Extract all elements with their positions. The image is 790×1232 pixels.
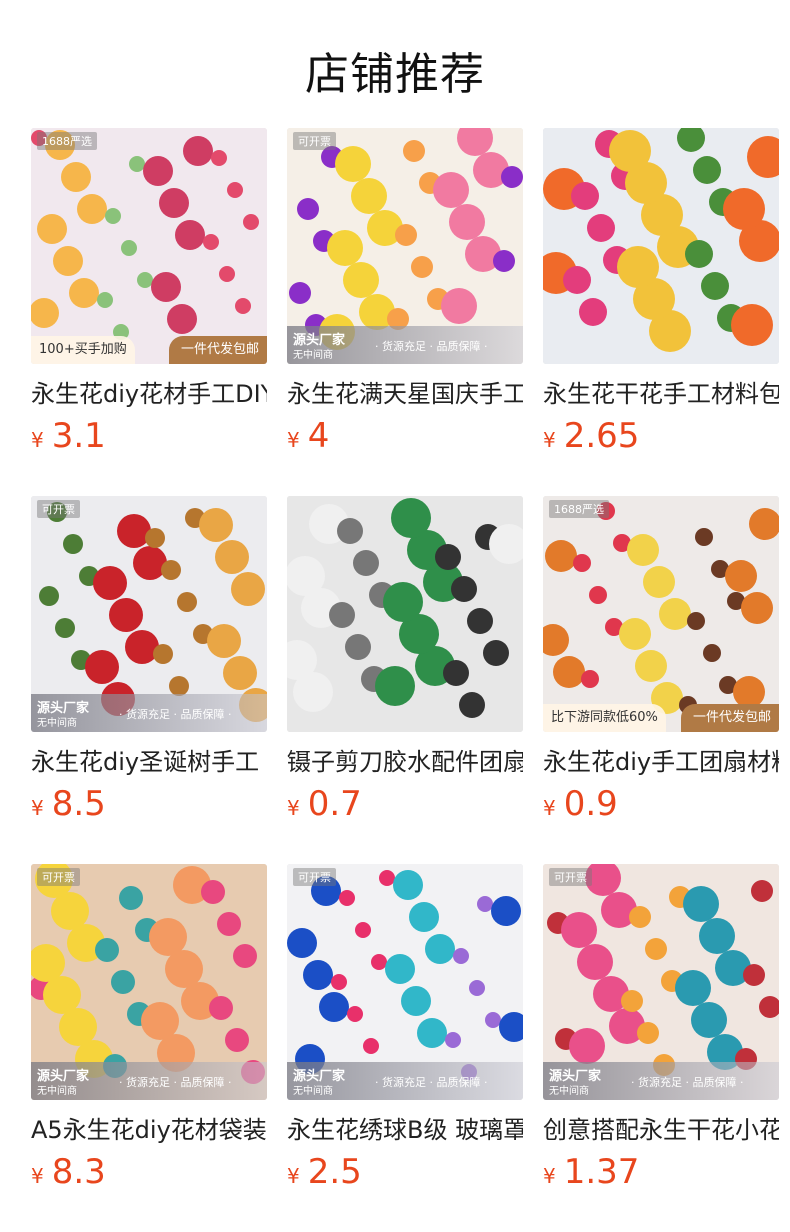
top-tag: 可开票: [37, 868, 80, 886]
source-strip: 源头厂家 无中间商 · 货源充足 · 品质保障 ·: [287, 326, 523, 364]
currency-symbol: ¥: [543, 428, 556, 452]
product-price: ¥0.7: [287, 784, 523, 824]
product-card[interactable]: 镊子剪刀胶水配件团扇 ¥0.7: [287, 496, 523, 824]
product-name[interactable]: 永生花满天星国庆手工: [287, 378, 523, 410]
product-image[interactable]: 1688严选比下游同款低60% 一件代发包邮: [543, 496, 779, 732]
product-price: ¥4: [287, 416, 523, 456]
product-card[interactable]: 1688严选 100+买手加购 一件代发包邮 永生花diy花材手工DIY ¥3.1: [31, 128, 267, 456]
product-card[interactable]: 可开票 源头厂家 无中间商 · 货源充足 · 品质保障 · 永生花绣球B级 玻璃…: [287, 864, 523, 1192]
currency-symbol: ¥: [31, 428, 44, 452]
product-image[interactable]: [287, 496, 523, 732]
source-strip: 源头厂家 无中间商 · 货源充足 · 品质保障 ·: [31, 1062, 267, 1100]
price-value: 0.9: [563, 784, 618, 824]
product-card[interactable]: 永生花干花手工材料包 ¥2.65: [543, 128, 779, 456]
currency-symbol: ¥: [287, 1164, 300, 1188]
product-card[interactable]: 可开票 源头厂家 无中间商 · 货源充足 · 品质保障 · 创意搭配永生干花小花…: [543, 864, 779, 1192]
product-price: ¥1.37: [543, 1152, 779, 1192]
currency-symbol: ¥: [543, 1164, 556, 1188]
top-tag: 可开票: [37, 500, 80, 518]
shipping-badge: 一件代发包邮: [680, 704, 779, 732]
product-image[interactable]: [543, 128, 779, 364]
price-value: 4: [307, 416, 330, 456]
product-price: ¥8.3: [31, 1152, 267, 1192]
price-value: 8.3: [51, 1152, 106, 1192]
product-name[interactable]: 创意搭配永生干花小花束: [543, 1114, 779, 1146]
product-photo: [543, 496, 779, 732]
product-image[interactable]: 可开票 源头厂家 无中间商 · 货源充足 · 品质保障 ·: [543, 864, 779, 1100]
currency-symbol: ¥: [287, 428, 300, 452]
currency-symbol: ¥: [543, 796, 556, 820]
source-sublabel: 无中间商: [37, 1086, 77, 1097]
product-image[interactable]: 1688严选 100+买手加购 一件代发包邮: [31, 128, 267, 364]
top-tag: 可开票: [293, 132, 336, 150]
top-tag: 1688严选: [37, 132, 97, 150]
product-name[interactable]: 永生花diy花材手工DIY: [31, 378, 267, 410]
price-value: 8.5: [51, 784, 106, 824]
product-name[interactable]: 永生花绣球B级 玻璃罩: [287, 1114, 523, 1146]
source-strip: 源头厂家 无中间商 · 货源充足 · 品质保障 ·: [543, 1062, 779, 1100]
product-card[interactable]: 1688严选比下游同款低60% 一件代发包邮 永生花diy手工团扇材料 ¥0.9: [543, 496, 779, 824]
shipping-badge: 一件代发包邮: [168, 336, 267, 364]
price-value: 1.37: [563, 1152, 640, 1192]
source-features: · 货源充足 · 品质保障 ·: [375, 1076, 488, 1089]
product-price: ¥3.1: [31, 416, 267, 456]
source-features: · 货源充足 · 品质保障 ·: [119, 708, 232, 721]
source-sublabel: 无中间商: [293, 350, 333, 361]
product-name[interactable]: 永生花diy手工团扇材料: [543, 746, 779, 778]
source-features: · 货源充足 · 品质保障 ·: [375, 340, 488, 353]
source-sublabel: 无中间商: [37, 718, 77, 729]
source-sublabel: 无中间商: [293, 1086, 333, 1097]
product-name[interactable]: 永生花diy圣诞树手工: [31, 746, 267, 778]
product-image[interactable]: 可开票 源头厂家 无中间商 · 货源充足 · 品质保障 ·: [31, 496, 267, 732]
product-name[interactable]: 永生花干花手工材料包: [543, 378, 779, 410]
page-title: 店铺推荐: [305, 49, 485, 100]
product-card[interactable]: 可开票 源头厂家 无中间商 · 货源充足 · 品质保障 · 永生花diy圣诞树手…: [31, 496, 267, 824]
product-name[interactable]: 镊子剪刀胶水配件团扇: [287, 746, 523, 778]
source-features: · 货源充足 · 品质保障 ·: [119, 1076, 232, 1089]
product-price: ¥2.65: [543, 416, 779, 456]
product-name[interactable]: A5永生花diy花材袋装: [31, 1114, 267, 1146]
price-value: 2.65: [563, 416, 640, 456]
price-value: 2.5: [307, 1152, 362, 1192]
product-image[interactable]: 可开票 源头厂家 无中间商 · 货源充足 · 品质保障 ·: [287, 128, 523, 364]
product-photo: [287, 496, 523, 732]
top-tag: 可开票: [549, 868, 592, 886]
source-strip: 源头厂家 无中间商 · 货源充足 · 品质保障 ·: [287, 1062, 523, 1100]
product-price: ¥2.5: [287, 1152, 523, 1192]
promo-badge: 比下游同款低60%: [543, 704, 666, 732]
promo-badge: 100+买手加购: [31, 336, 135, 364]
product-price: ¥0.9: [543, 784, 779, 824]
source-strip: 源头厂家 无中间商 · 货源充足 · 品质保障 ·: [31, 694, 267, 732]
source-sublabel: 无中间商: [549, 1086, 589, 1097]
product-card[interactable]: 可开票 源头厂家 无中间商 · 货源充足 · 品质保障 · A5永生花diy花材…: [31, 864, 267, 1192]
currency-symbol: ¥: [31, 1164, 44, 1188]
product-photo: [31, 128, 267, 364]
product-image[interactable]: 可开票 源头厂家 无中间商 · 货源充足 · 品质保障 ·: [31, 864, 267, 1100]
product-card[interactable]: 可开票 源头厂家 无中间商 · 货源充足 · 品质保障 · 永生花满天星国庆手工…: [287, 128, 523, 456]
price-value: 3.1: [51, 416, 106, 456]
source-features: · 货源充足 · 品质保障 ·: [631, 1076, 744, 1089]
product-photo: [543, 128, 779, 364]
price-value: 0.7: [307, 784, 362, 824]
product-price: ¥8.5: [31, 784, 267, 824]
currency-symbol: ¥: [31, 796, 44, 820]
top-tag: 可开票: [293, 868, 336, 886]
product-image[interactable]: 可开票 源头厂家 无中间商 · 货源充足 · 品质保障 ·: [287, 864, 523, 1100]
currency-symbol: ¥: [287, 796, 300, 820]
top-tag: 1688严选: [549, 500, 609, 518]
